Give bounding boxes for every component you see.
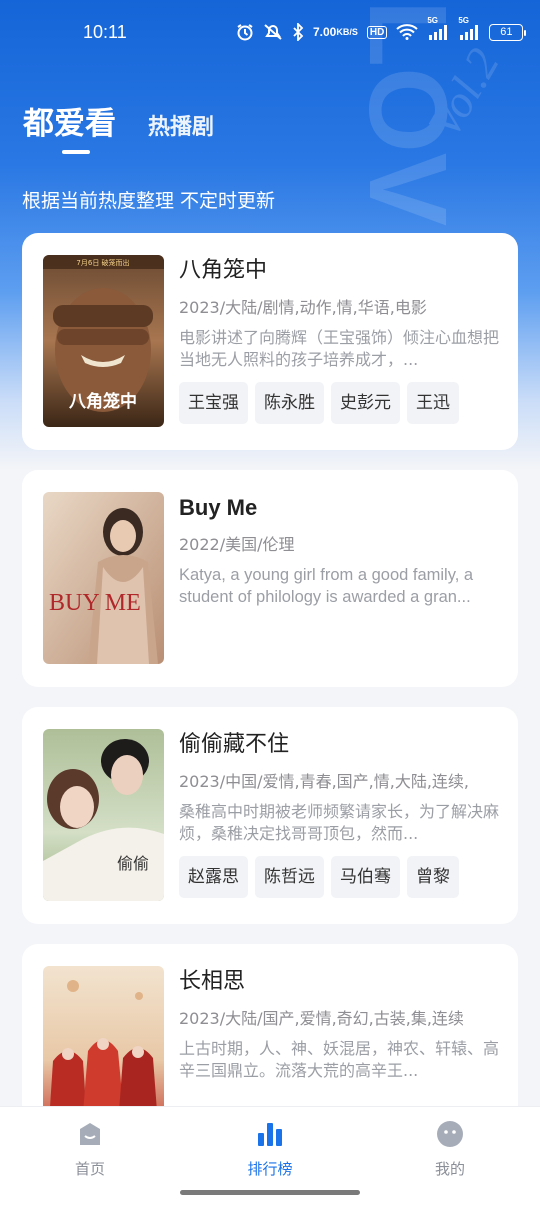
list-item[interactable]: 7月6日 破笼而出 八角笼中 八角笼中 2023/大陆/剧情,动作,情,华语,电… bbox=[22, 233, 518, 450]
nav-profile-label: 我的 bbox=[434, 1160, 465, 1178]
nav-home[interactable]: 首页 bbox=[30, 1119, 150, 1179]
item-meta: 2023/大陆/国产,爱情,奇幻,古装,集,连续 bbox=[179, 1009, 464, 1028]
item-title: 偷偷藏不住 bbox=[179, 732, 290, 757]
ranking-list: 7月6日 破笼而出 八角笼中 八角笼中 2023/大陆/剧情,动作,情,华语,电… bbox=[22, 233, 518, 1181]
svg-text:BUY ME: BUY ME bbox=[49, 590, 141, 616]
cast-tag[interactable]: 马伯骞 bbox=[331, 856, 400, 898]
nav-home-label: 首页 bbox=[74, 1160, 105, 1178]
item-title: Buy Me bbox=[179, 495, 258, 520]
cast-tag[interactable]: 陈永胜 bbox=[255, 382, 324, 424]
tab-hot-drama[interactable]: 热播剧 bbox=[148, 109, 214, 141]
tab-duaikan[interactable]: 都爱看 bbox=[23, 98, 116, 143]
page-subtitle: 根据当前热度整理 不定时更新 bbox=[22, 190, 276, 212]
signal-icon-1: 5G bbox=[427, 16, 449, 40]
cast-tag[interactable]: 史彭元 bbox=[331, 382, 400, 424]
cast-tag[interactable]: 赵露思 bbox=[179, 856, 248, 898]
cast-tag[interactable]: 王宝强 bbox=[179, 382, 248, 424]
network-speed: 7.00 KB/S bbox=[313, 24, 358, 39]
battery-indicator: 61 bbox=[489, 23, 527, 41]
item-description: 上古时期，人、神、妖混居，神农、轩辕、高辛三国鼎立。流落大荒的高辛王... bbox=[179, 1039, 500, 1080]
bluetooth-icon bbox=[292, 23, 304, 41]
item-description: Katya, a young girl from a good family, … bbox=[179, 566, 474, 606]
top-tabs: 都爱看 热播剧 bbox=[23, 98, 214, 143]
alarm-icon bbox=[236, 23, 254, 41]
poster-image: BUY ME bbox=[43, 492, 164, 664]
active-tab-indicator bbox=[62, 150, 90, 154]
poster-image: 7月6日 破笼而出 八角笼中 bbox=[43, 255, 164, 427]
item-meta: 2022/美国/伦理 bbox=[179, 535, 295, 554]
nav-ranking-label: 排行榜 bbox=[247, 1160, 293, 1178]
home-icon bbox=[30, 1119, 150, 1149]
svg-text:八角笼中: 八角笼中 bbox=[69, 391, 137, 412]
item-meta: 2023/中国/爱情,青春,国产,情,大陆,连续, bbox=[179, 772, 470, 791]
svg-text:7月6日 破笼而出: 7月6日 破笼而出 bbox=[76, 258, 129, 267]
list-item[interactable]: 偷偷 偷偷藏不住 2023/中国/爱情,青春,国产,情,大陆,连续, 桑稚高中时… bbox=[22, 707, 518, 924]
item-meta: 2023/大陆/剧情,动作,情,华语,电影 bbox=[179, 298, 427, 317]
cast-tag[interactable]: 陈哲远 bbox=[255, 856, 324, 898]
item-title: 八角笼中 bbox=[179, 258, 268, 283]
item-description: 桑稚高中时期被老师频繁请家长，为了解决麻烦，桑稚决定找哥哥顶包，然而... bbox=[179, 802, 500, 843]
item-description: 电影讲述了向腾辉（王宝强饰）倾注心血想把当地无人照料的孩子培养成才，... bbox=[179, 328, 500, 369]
status-bar: 10:11 7.00 KB/S HD 5G 5G 61 bbox=[0, 0, 540, 64]
list-item[interactable]: BUY ME Buy Me 2022/美国/伦理 Katya, a young … bbox=[22, 470, 518, 687]
cast-tag[interactable]: 王迅 bbox=[407, 382, 459, 424]
item-title: 长相思 bbox=[179, 969, 246, 994]
poster-image: 偷偷 bbox=[43, 729, 164, 901]
cast-tags: 王宝强 陈永胜 史彭元 王迅 bbox=[179, 382, 501, 424]
svg-text:偷偷: 偷偷 bbox=[117, 854, 149, 873]
cast-tag[interactable]: 曾黎 bbox=[407, 856, 459, 898]
ranking-icon bbox=[210, 1119, 330, 1149]
wifi-icon bbox=[396, 24, 418, 40]
hd-badge: HD bbox=[366, 25, 388, 39]
mute-icon bbox=[263, 23, 283, 41]
nav-ranking[interactable]: 排行榜 bbox=[210, 1119, 330, 1179]
profile-icon bbox=[390, 1119, 510, 1149]
nav-profile[interactable]: 我的 bbox=[390, 1119, 510, 1179]
status-time: 10:11 bbox=[83, 22, 127, 42]
cast-tags: 赵露思 陈哲远 马伯骞 曾黎 bbox=[179, 856, 501, 898]
gesture-home-bar[interactable] bbox=[180, 1190, 360, 1195]
signal-icon-2: 5G bbox=[458, 16, 480, 40]
